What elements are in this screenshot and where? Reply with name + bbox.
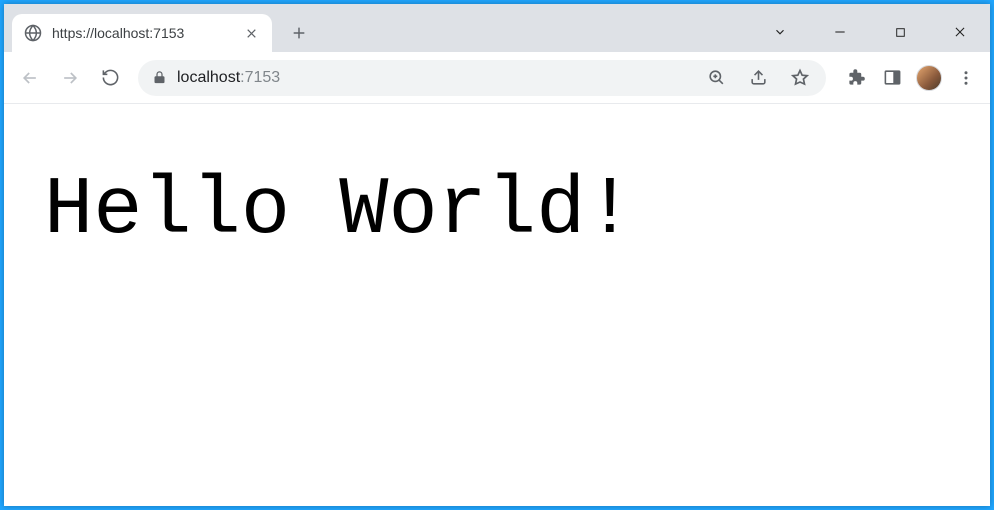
url-port: :7153	[240, 69, 280, 87]
address-bar[interactable]: localhost:7153	[138, 60, 826, 96]
browser-window: https://localhost:7153	[4, 4, 990, 506]
lock-icon	[152, 70, 167, 85]
share-icon[interactable]	[746, 66, 770, 90]
star-icon[interactable]	[788, 66, 812, 90]
menu-button[interactable]	[954, 66, 978, 90]
page-viewport: Hello World!	[4, 104, 990, 506]
window-controls	[750, 4, 990, 52]
browser-tab[interactable]: https://localhost:7153	[12, 14, 272, 52]
search-tabs-button[interactable]	[750, 14, 810, 50]
url-text: localhost:7153	[177, 69, 280, 87]
maximize-button[interactable]	[870, 14, 930, 50]
minimize-button[interactable]	[810, 14, 870, 50]
titlebar: https://localhost:7153	[4, 4, 990, 52]
close-window-button[interactable]	[930, 14, 990, 50]
back-button[interactable]	[12, 60, 48, 96]
tab-title: https://localhost:7153	[52, 25, 232, 41]
omnibox-actions	[704, 66, 812, 90]
toolbar: localhost:7153	[4, 52, 990, 104]
reload-button[interactable]	[92, 60, 128, 96]
forward-button[interactable]	[52, 60, 88, 96]
new-tab-button[interactable]	[284, 18, 314, 48]
close-tab-button[interactable]	[242, 24, 260, 42]
side-panel-icon[interactable]	[880, 66, 904, 90]
zoom-icon[interactable]	[704, 66, 728, 90]
url-host: localhost	[177, 69, 240, 87]
page-body-text: Hello World!	[44, 164, 950, 257]
globe-icon	[24, 24, 42, 42]
toolbar-right	[844, 65, 978, 91]
extensions-icon[interactable]	[844, 66, 868, 90]
profile-avatar[interactable]	[916, 65, 942, 91]
